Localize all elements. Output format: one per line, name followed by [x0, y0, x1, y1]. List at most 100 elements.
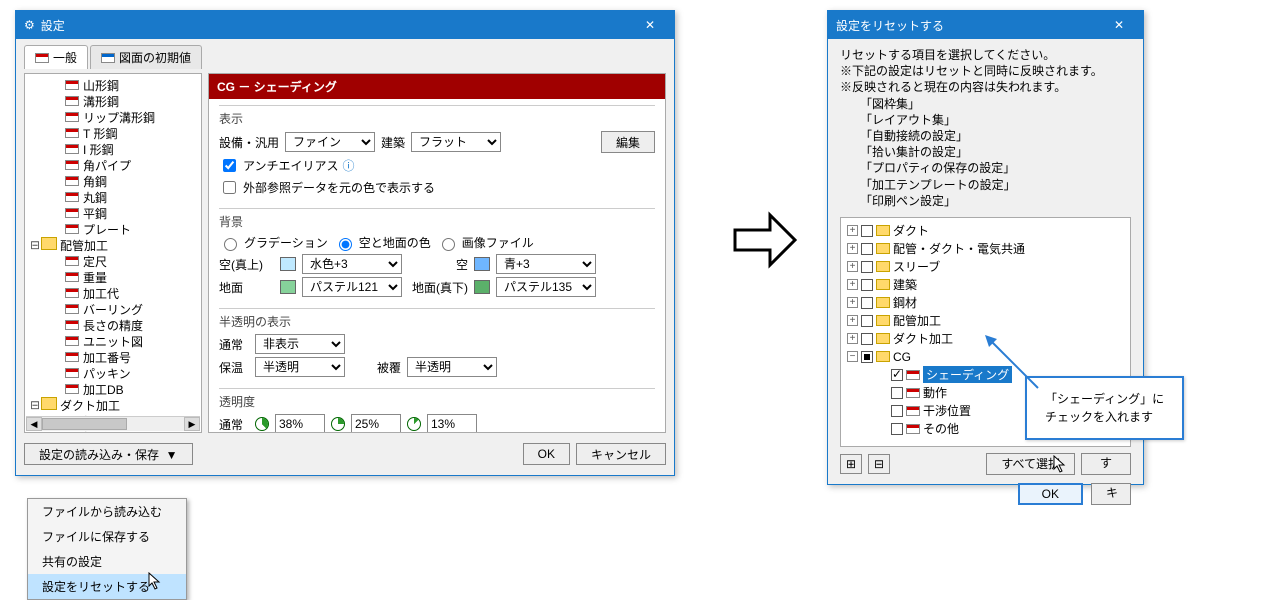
window-title: 設定	[41, 17, 65, 34]
close-icon[interactable]: ✕	[1103, 18, 1135, 32]
tree-folder[interactable]: +スリーブ	[843, 258, 1128, 276]
folder-checkbox[interactable]	[861, 243, 873, 255]
edit-button[interactable]: 編集	[601, 131, 655, 153]
scroll-left-icon[interactable]: ◀	[26, 417, 42, 431]
tree-item[interactable]: プレート	[25, 221, 201, 237]
opacity2-input[interactable]	[351, 414, 401, 433]
folder-checkbox[interactable]	[861, 315, 873, 327]
tree-item[interactable]: 平鋼	[25, 205, 201, 221]
expand-icon[interactable]: +	[847, 225, 858, 236]
scroll-right-icon[interactable]: ▶	[184, 417, 200, 431]
shading-checkbox[interactable]	[891, 369, 903, 381]
trans-normal-select[interactable]: 非表示	[255, 334, 345, 354]
ok-button[interactable]: OK	[523, 443, 570, 465]
menu-reset-settings[interactable]: 設定をリセットする	[28, 574, 186, 599]
expand-icon[interactable]: +	[847, 261, 858, 272]
interference-checkbox[interactable]	[891, 405, 903, 417]
equip-select[interactable]: ファイン	[285, 132, 375, 152]
tree-item[interactable]: 角パイプ	[25, 157, 201, 173]
info-icon[interactable]: ⓘ	[343, 157, 355, 174]
cancel-button[interactable]: キャンセル	[1091, 483, 1131, 505]
settings-tree[interactable]: 山形鋼溝形鋼リップ溝形鋼T 形鋼I 形鋼角パイプ角鋼丸鋼平鋼プレート ⊟配管加工…	[24, 73, 202, 433]
tree-item[interactable]: 長さの精度	[25, 317, 201, 333]
expand-icon[interactable]: +	[847, 279, 858, 290]
extref-checkbox[interactable]	[223, 181, 236, 194]
collapse-icon[interactable]: −	[847, 351, 858, 362]
menu-shared-settings[interactable]: 共有の設定	[28, 549, 186, 574]
bg-gradation-radio[interactable]	[224, 238, 237, 251]
folder-checkbox[interactable]	[861, 279, 873, 291]
cg-checkbox[interactable]	[861, 351, 873, 363]
tab-drawing-defaults[interactable]: 図面の初期値	[90, 45, 202, 69]
expand-icon[interactable]: +	[847, 315, 858, 326]
folder-checkbox[interactable]	[861, 261, 873, 273]
horizontal-scrollbar[interactable]: ◀ ▶	[26, 416, 200, 431]
tree-folder[interactable]: +配管加工	[843, 312, 1128, 330]
motion-checkbox[interactable]	[891, 387, 903, 399]
arrow-icon	[730, 210, 800, 270]
tree-item[interactable]: 丸鋼	[25, 189, 201, 205]
redflag-icon	[65, 176, 79, 186]
scroll-thumb[interactable]	[42, 418, 127, 430]
tree-item[interactable]: T 形鋼	[25, 125, 201, 141]
menu-load-from-file[interactable]: ファイルから読み込む	[28, 499, 186, 524]
tree-item[interactable]: 角鋼	[25, 173, 201, 189]
opacity3-input[interactable]	[427, 414, 477, 433]
tree-folder[interactable]: +建築	[843, 276, 1128, 294]
trans-insul-select[interactable]: 半透明	[255, 357, 345, 377]
load-save-button[interactable]: 設定の読み込み・保存 ▼	[24, 443, 193, 465]
group-opacity: 透明度	[219, 393, 655, 410]
tree-folder[interactable]: +配管・ダクト・電気共通	[843, 240, 1128, 258]
skytop-select[interactable]: 水色+3	[302, 254, 402, 274]
tree-item[interactable]: I 形鋼	[25, 141, 201, 157]
redflag-icon	[65, 80, 79, 90]
antialias-checkbox[interactable]	[223, 159, 236, 172]
tree-item[interactable]: バーリング	[25, 301, 201, 317]
tree-item[interactable]: 定尺	[25, 253, 201, 269]
redflag-icon	[65, 128, 79, 138]
cancel-button[interactable]: キャンセル	[576, 443, 666, 465]
folder-checkbox[interactable]	[861, 297, 873, 309]
tree-folder[interactable]: +ダクト加工	[843, 330, 1128, 348]
expand-icon[interactable]: +	[847, 243, 858, 254]
close-icon[interactable]: ✕	[634, 18, 666, 32]
arch-select[interactable]: フラット	[411, 132, 501, 152]
folder-checkbox[interactable]	[861, 225, 873, 237]
groundbot-select[interactable]: パステル135	[496, 277, 596, 297]
tab-general[interactable]: 一般	[24, 45, 88, 69]
tree-folder[interactable]: +ダクト	[843, 222, 1128, 240]
opacity-normal-input[interactable]	[275, 414, 325, 433]
trans-cover-select[interactable]: 半透明	[407, 357, 497, 377]
tree-item[interactable]: 加工代	[25, 285, 201, 301]
redflag-icon	[906, 370, 920, 380]
redflag-icon	[65, 192, 79, 202]
ok-button[interactable]: OK	[1018, 483, 1083, 505]
tree-item[interactable]: 重量	[25, 269, 201, 285]
redflag-icon	[35, 53, 49, 63]
collapse-all-button[interactable]: ⊟	[868, 454, 890, 474]
expand-icon[interactable]: +	[847, 297, 858, 308]
tree-item-shading[interactable]: シェーディング	[923, 366, 1012, 383]
bg-skyground-radio[interactable]	[339, 238, 352, 251]
tree-folder[interactable]: +鋼材	[843, 294, 1128, 312]
tree-item[interactable]: ユニット図	[25, 333, 201, 349]
tree-item[interactable]: 加工DB	[25, 381, 201, 397]
ground-select[interactable]: パステル121	[302, 277, 402, 297]
deselect-all-button[interactable]: すべて解除	[1081, 453, 1131, 475]
group-background: 背景	[219, 213, 655, 230]
redflag-icon	[65, 256, 79, 266]
select-all-button[interactable]: すべて選択	[986, 453, 1075, 475]
folder-checkbox[interactable]	[861, 333, 873, 345]
tree-item[interactable]: 山形鋼	[25, 77, 201, 93]
tree-item[interactable]: 加工番号	[25, 349, 201, 365]
tree-item[interactable]: パッキン	[25, 365, 201, 381]
sky-select[interactable]: 青+3	[496, 254, 596, 274]
menu-save-to-file[interactable]: ファイルに保存する	[28, 524, 186, 549]
other-checkbox[interactable]	[891, 423, 903, 435]
tree-item[interactable]: リップ溝形鋼	[25, 109, 201, 125]
expand-icon[interactable]: +	[847, 333, 858, 344]
folder-icon	[876, 333, 890, 344]
bg-image-radio[interactable]	[442, 238, 455, 251]
tree-item[interactable]: 溝形鋼	[25, 93, 201, 109]
expand-all-button[interactable]: ⊞	[840, 454, 862, 474]
